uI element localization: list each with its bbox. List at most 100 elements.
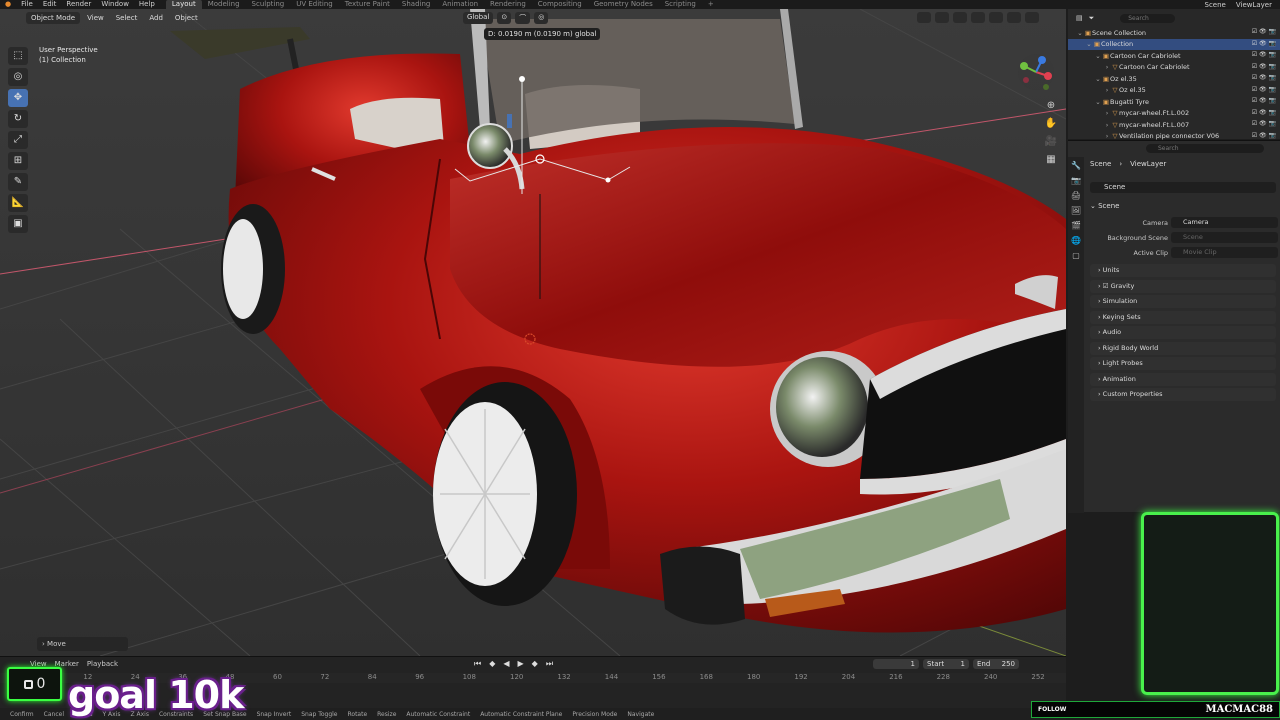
jump-end-icon[interactable]: ⏭ xyxy=(546,659,553,669)
measure-tool-icon[interactable]: 📐 xyxy=(8,194,28,212)
expand-arrow-icon[interactable]: › xyxy=(1103,109,1111,117)
panel-rigid-body-world[interactable]: › Rigid Body World xyxy=(1090,341,1276,355)
visibility-toggles[interactable]: ☑ 👁 📷 xyxy=(1252,120,1276,127)
properties-search-input[interactable]: Search xyxy=(1146,144,1264,153)
tab-modeling[interactable]: Modeling xyxy=(202,0,246,9)
visibility-toggles[interactable]: ☑ 👁 📷 xyxy=(1252,86,1276,93)
outliner-row[interactable]: ⌄ ▣ Collection ☑ 👁 📷 xyxy=(1068,38,1280,50)
menu-help[interactable]: Help xyxy=(134,0,160,9)
outliner-row[interactable]: ⌄ ▣ Oz el.35 ☑ 👁 📷 xyxy=(1068,73,1280,85)
scene-name-field[interactable]: Scene xyxy=(1090,182,1276,193)
proportional-edit-icon[interactable]: ◎ xyxy=(534,12,549,24)
visibility-toggles[interactable]: ☑ 👁 📷 xyxy=(1252,51,1276,58)
cursor-tool-icon[interactable]: ◎ xyxy=(8,68,28,86)
tab-sculpting[interactable]: Sculpting xyxy=(246,0,291,9)
expand-arrow-icon[interactable]: ⌄ xyxy=(1094,75,1102,83)
menu-playback[interactable]: Playback xyxy=(87,660,118,668)
visibility-toggles[interactable]: ☑ 👁 📷 xyxy=(1252,28,1276,35)
filter-icon[interactable]: ⏷ xyxy=(1089,14,1095,23)
move-tool-icon[interactable]: ✥ xyxy=(8,89,28,107)
panel-gravity[interactable]: › ☑ Gravity xyxy=(1090,279,1276,293)
panel-simulation[interactable]: › Simulation xyxy=(1090,295,1276,308)
transform-tool-icon[interactable]: ⊞ xyxy=(8,152,28,170)
next-key-icon[interactable]: ◆ xyxy=(532,659,538,669)
pivot-icon[interactable]: ⊙ xyxy=(497,12,512,24)
menu-view[interactable]: View xyxy=(82,12,109,24)
play-icon[interactable]: ▶ xyxy=(518,659,524,669)
outliner-row[interactable]: ⌄ ▣ Cartoon Car Cabriolet ☑ 👁 📷 xyxy=(1068,50,1280,62)
panel-units[interactable]: › Units xyxy=(1090,264,1276,277)
visibility-toggles[interactable]: ☑ 👁 📷 xyxy=(1252,97,1276,104)
menu-file[interactable]: File xyxy=(16,0,38,9)
visibility-toggles[interactable]: ☑ 👁 📷 xyxy=(1252,63,1276,70)
rotate-tool-icon[interactable]: ↻ xyxy=(8,110,28,128)
camera-view-icon[interactable]: 🎥 xyxy=(1044,135,1058,149)
panel-keying-sets[interactable]: › Keying Sets xyxy=(1090,310,1276,324)
orientation-selector[interactable]: Global xyxy=(463,12,494,24)
xray-icon[interactable] xyxy=(971,12,985,23)
panel-animation[interactable]: › Animation xyxy=(1090,372,1276,386)
expand-arrow-icon[interactable]: ⌄ xyxy=(1076,29,1084,37)
scene-section-header[interactable]: ⌄ Scene xyxy=(1090,202,1119,210)
outliner-row[interactable]: › ▽ Cartoon Car Cabriolet ☑ 👁 📷 xyxy=(1068,62,1280,74)
add-workspace-button[interactable]: + xyxy=(702,0,720,9)
shading-material-icon[interactable] xyxy=(1007,12,1021,23)
outliner-search-input[interactable]: Search xyxy=(1120,13,1176,23)
camera-field[interactable]: Camera xyxy=(1171,217,1278,228)
tab-animation[interactable]: Animation xyxy=(436,0,484,9)
outliner-row[interactable]: ⌄ ▣ Scene Collection ☑ 👁 📷 xyxy=(1068,27,1280,39)
menu-window[interactable]: Window xyxy=(96,0,134,9)
grid-ortho-icon[interactable]: ▦ xyxy=(1044,153,1058,167)
scale-tool-icon[interactable]: ⤢ xyxy=(8,131,28,149)
visibility-icon[interactable] xyxy=(917,12,931,23)
menu-edit[interactable]: Edit xyxy=(38,0,62,9)
menu-render[interactable]: Render xyxy=(61,0,96,9)
menu-add[interactable]: Add xyxy=(144,12,168,24)
tab-uv-editing[interactable]: UV Editing xyxy=(290,0,339,9)
overlay-toggle-icon[interactable] xyxy=(953,12,967,23)
viewlayer-selector[interactable]: ViewLayer xyxy=(1236,1,1272,9)
display-mode-icon[interactable]: ▤ xyxy=(1076,14,1083,22)
render-tab-icon[interactable]: 📷 xyxy=(1071,176,1081,185)
outliner-row[interactable]: › ▽ mycar-wheel.Ft.L.002 ☑ 👁 📷 xyxy=(1068,108,1280,120)
panel-custom-properties[interactable]: › Custom Properties xyxy=(1090,388,1276,401)
background-scene-field[interactable]: Scene xyxy=(1171,232,1278,243)
current-frame-field[interactable]: 1 xyxy=(873,659,919,669)
outliner-row[interactable]: › ▽ mycar-wheel.Ft.L.007 ☑ 👁 📷 xyxy=(1068,119,1280,131)
jump-start-icon[interactable]: ⏮ xyxy=(474,659,481,669)
tool-tab-icon[interactable]: 🔧 xyxy=(1071,161,1081,170)
visibility-toggles[interactable]: ☑ 👁 📷 xyxy=(1252,109,1276,116)
expand-arrow-icon[interactable]: › xyxy=(1103,63,1111,71)
visibility-toggles[interactable]: ☑ 👁 📷 xyxy=(1252,40,1276,47)
tab-compositing[interactable]: Compositing xyxy=(532,0,588,9)
select-box-tool-icon[interactable]: ⬚ xyxy=(8,47,28,65)
panel-light-probes[interactable]: › Light Probes xyxy=(1090,357,1276,370)
zoom-icon[interactable]: ⊕ xyxy=(1044,99,1058,113)
expand-arrow-icon[interactable]: › xyxy=(1103,121,1111,129)
gizmo-toggle-icon[interactable] xyxy=(935,12,949,23)
add-cube-tool-icon[interactable]: ▣ xyxy=(8,215,28,233)
side-mirror[interactable] xyxy=(467,123,513,169)
end-frame-field[interactable]: End 250 xyxy=(973,659,1019,669)
annotate-tool-icon[interactable]: ✎ xyxy=(8,173,28,191)
tab-geometry-nodes[interactable]: Geometry Nodes xyxy=(588,0,659,9)
shading-solid-icon[interactable] xyxy=(989,12,1003,23)
scene-selector[interactable]: Scene xyxy=(1205,1,1226,9)
expand-arrow-icon[interactable]: ⌄ xyxy=(1094,52,1102,60)
active-clip-field[interactable]: Movie Clip xyxy=(1171,247,1278,258)
output-tab-icon[interactable]: 🖨 xyxy=(1071,191,1081,200)
menu-select[interactable]: Select xyxy=(111,12,143,24)
outliner-row[interactable]: ⌄ ▣ Bugatti Tyre ☑ 👁 📷 xyxy=(1068,96,1280,108)
start-frame-field[interactable]: Start 1 xyxy=(923,659,969,669)
snap-icon[interactable]: ⌒ xyxy=(515,12,531,24)
view-layer-tab-icon[interactable]: 🖼 xyxy=(1071,206,1081,215)
pan-hand-icon[interactable]: ✋ xyxy=(1044,117,1058,131)
tab-texture-paint[interactable]: Texture Paint xyxy=(339,0,396,9)
expand-arrow-icon[interactable]: ⌄ xyxy=(1094,98,1102,106)
outliner-row[interactable]: › ▽ Oz el.35 ☑ 👁 📷 xyxy=(1068,85,1280,97)
shading-rendered-icon[interactable] xyxy=(1025,12,1039,23)
tab-scripting[interactable]: Scripting xyxy=(659,0,702,9)
menu-object[interactable]: Object xyxy=(170,12,203,24)
tab-shading[interactable]: Shading xyxy=(396,0,436,9)
mode-selector[interactable]: Object Mode xyxy=(26,12,81,24)
